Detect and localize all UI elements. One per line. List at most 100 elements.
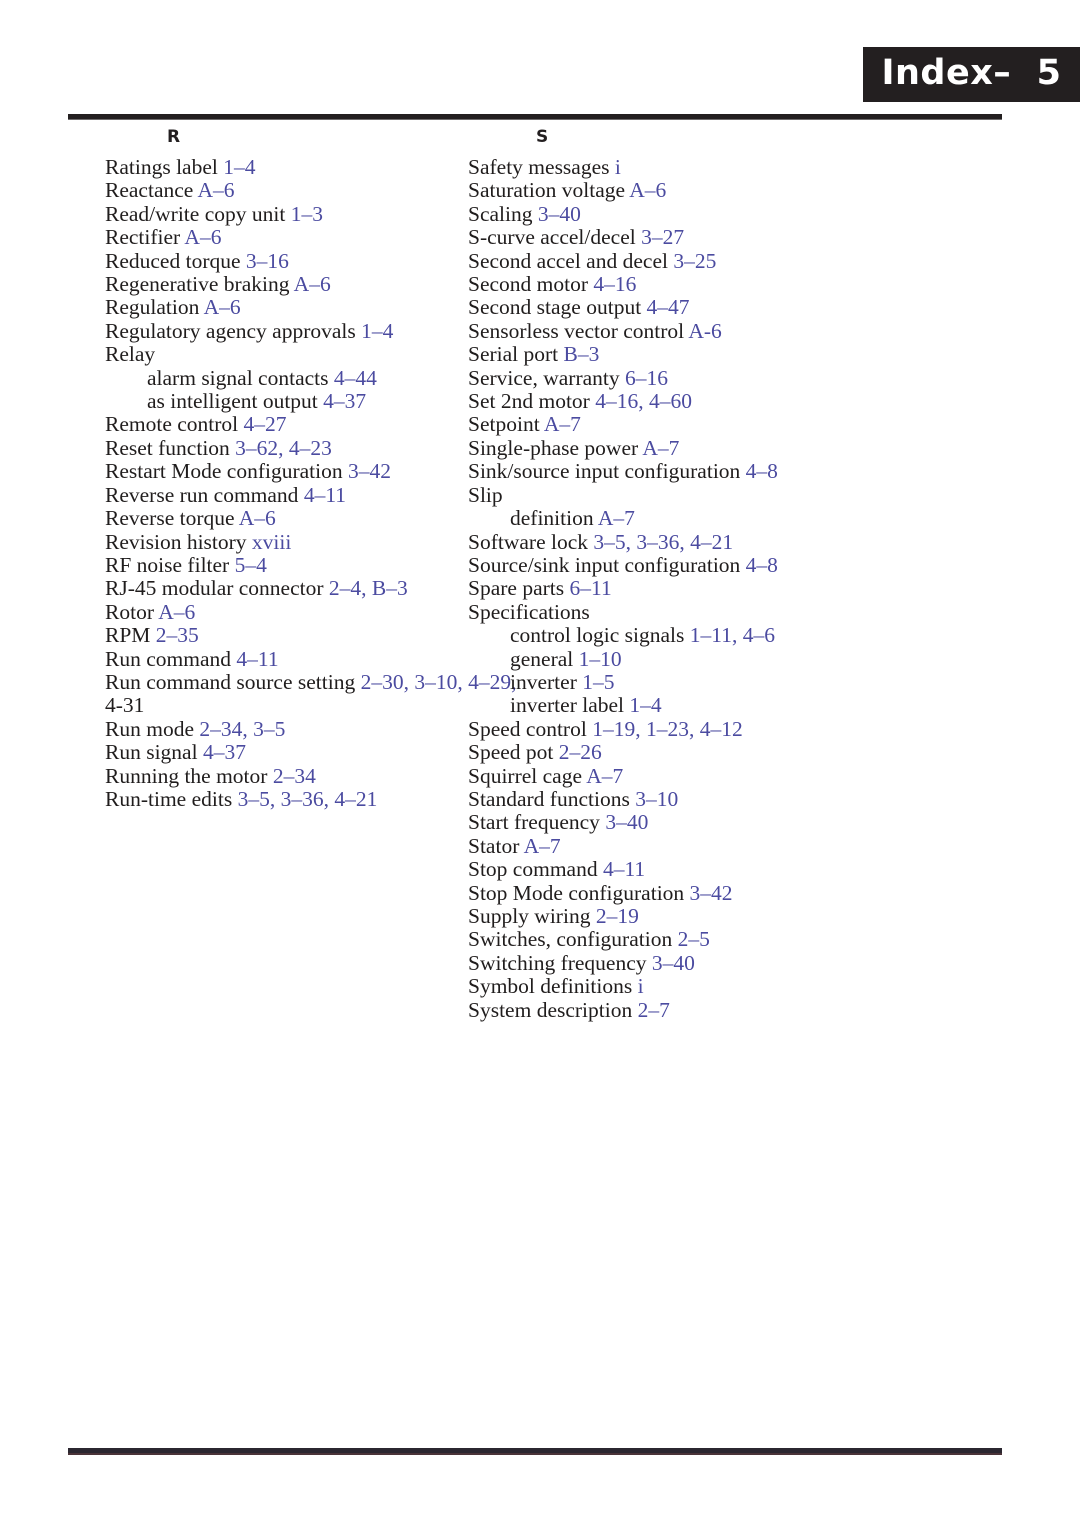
index-entry[interactable]: Second accel and decel 3–25	[468, 249, 963, 273]
index-entry[interactable]: Rectifier A–6	[105, 226, 463, 249]
index-entry[interactable]: System description 2–7	[468, 998, 963, 1022]
index-entry[interactable]: Read/write copy unit 1–3	[105, 202, 463, 226]
index-entry[interactable]: Second stage output 4–47	[468, 296, 963, 319]
index-entry-locators[interactable]: A–6	[158, 600, 195, 624]
index-entry[interactable]: Switching frequency 3–40	[468, 951, 963, 975]
index-entry-locators[interactable]: 4–44	[334, 366, 377, 390]
index-entry[interactable]: Set 2nd motor 4–16, 4–60	[468, 389, 963, 413]
index-entry[interactable]: Reduced torque 3–16	[105, 249, 463, 273]
index-entry[interactable]: Running the motor 2–34	[105, 764, 463, 788]
index-subentry[interactable]: inverter label 1–4	[468, 694, 963, 717]
index-entry[interactable]: Regulation A–6	[105, 296, 463, 319]
index-entry[interactable]: Symbol definitions i	[468, 975, 963, 998]
index-entry-locators[interactable]: 4–37	[323, 389, 366, 413]
index-entry[interactable]: Run signal 4–37	[105, 740, 463, 764]
index-entry-locators[interactable]: A–6	[629, 178, 666, 202]
index-entry-locators[interactable]: A–7	[586, 764, 623, 788]
index-entry-locators[interactable]: A–6	[204, 295, 241, 319]
index-entry[interactable]: Second motor 4–16	[468, 272, 963, 296]
index-entry-locators[interactable]: 3–42	[690, 881, 733, 905]
index-entry-locators[interactable]: 6–16	[625, 366, 668, 390]
index-entry-locators[interactable]: 1–4	[361, 319, 393, 343]
index-entry-locators[interactable]: 1–11, 4–6	[690, 623, 775, 647]
index-entry-locators[interactable]: 3–62, 4–23	[235, 436, 332, 460]
index-entry-locators[interactable]: 1–4	[223, 155, 255, 179]
index-entry[interactable]: Safety messages i	[468, 155, 963, 179]
index-entry-locators[interactable]: 4–27	[244, 412, 287, 436]
index-entry-locators[interactable]: 4–37	[203, 740, 246, 764]
index-entry[interactable]: Software lock 3–5, 3–36, 4–21	[468, 530, 963, 554]
index-subentry[interactable]: control logic signals 1–11, 4–6	[468, 623, 963, 647]
index-entry[interactable]: Speed control 1–19, 1–23, 4–12	[468, 717, 963, 741]
index-entry[interactable]: Rotor A–6	[105, 600, 463, 624]
index-entry[interactable]: Scaling 3–40	[468, 202, 963, 226]
index-entry[interactable]: Relay	[105, 343, 463, 366]
index-entry-locators[interactable]: 1–10	[579, 647, 622, 671]
index-entry[interactable]: Run mode 2–34, 3–5	[105, 717, 463, 741]
index-entry-locators[interactable]: 4–16, 4–60	[595, 389, 692, 413]
index-subentry[interactable]: inverter 1–5	[468, 670, 963, 694]
index-entry-locators[interactable]: 4–8	[746, 553, 778, 577]
index-subentry[interactable]: as intelligent output 4–37	[105, 389, 463, 413]
index-entry-locators[interactable]: A–6	[239, 506, 276, 530]
index-entry[interactable]: Setpoint A–7	[468, 413, 963, 436]
index-entry[interactable]: Standard functions 3–10	[468, 787, 963, 811]
index-entry-locators[interactable]: 4–11	[304, 483, 346, 507]
index-entry-locators[interactable]: A–6	[198, 178, 235, 202]
index-entry-locators[interactable]: 1–19, 1–23, 4–12	[592, 717, 743, 741]
index-entry-locators[interactable]: i	[638, 974, 644, 998]
index-entry-locators[interactable]: 4–16	[593, 272, 636, 296]
index-entry[interactable]: Stop Mode configuration 3–42	[468, 881, 963, 905]
index-entry-locators[interactable]: 1–5	[582, 670, 614, 694]
index-entry[interactable]: Stator A–7	[468, 834, 963, 858]
index-entry[interactable]: Reset function 3–62, 4–23	[105, 436, 463, 460]
index-entry-locators[interactable]: 4–11	[603, 857, 645, 881]
index-entry[interactable]: Regenerative braking A–6	[105, 272, 463, 296]
index-entry-locators[interactable]: xviii	[252, 530, 291, 554]
index-entry-locators[interactable]: 2–26	[559, 740, 602, 764]
index-entry-locators[interactable]: 4–8	[746, 459, 778, 483]
index-entry-locators[interactable]: 4–11	[236, 647, 278, 671]
index-entry-locators[interactable]: 3–10	[635, 787, 678, 811]
index-entry-locators[interactable]: 3–40	[652, 951, 695, 975]
index-entry[interactable]: Run command source setting 2–30, 3–10, 4…	[105, 670, 516, 694]
index-entry[interactable]: Start frequency 3–40	[468, 811, 963, 834]
index-entry-locators[interactable]: A–7	[524, 834, 561, 858]
index-entry-locators[interactable]: A–6	[184, 225, 221, 249]
index-entry-locators[interactable]: A–7	[642, 436, 679, 460]
index-entry[interactable]: RJ-45 modular connector 2–4, B–3	[105, 577, 463, 600]
index-entry[interactable]: Stop command 4–11	[468, 857, 963, 881]
index-subentry[interactable]: alarm signal contacts 4–44	[105, 366, 463, 390]
index-entry-locators[interactable]: 2–35	[156, 623, 199, 647]
index-entry[interactable]: Source/sink input configuration 4–8	[468, 553, 963, 577]
index-entry-locators[interactable]: 3–27	[641, 225, 684, 249]
index-entry-locators[interactable]: A–6	[294, 272, 331, 296]
index-entry[interactable]: RPM 2–35	[105, 623, 463, 647]
index-entry[interactable]: Single-phase power A–7	[468, 436, 963, 460]
index-entry-locators[interactable]: 3–25	[673, 249, 716, 273]
index-entry[interactable]: Serial port B–3	[468, 343, 963, 366]
index-entry-locators[interactable]: 5–4	[235, 553, 267, 577]
index-entry[interactable]: Restart Mode configuration 3–42	[105, 460, 463, 483]
index-entry[interactable]: Remote control 4–27	[105, 413, 463, 436]
index-entry-locators[interactable]: 3–40	[605, 810, 648, 834]
index-entry[interactable]: Switches, configuration 2–5	[468, 928, 963, 951]
index-entry[interactable]: Revision history xviii	[105, 530, 463, 554]
index-entry[interactable]: Run command 4–11	[105, 647, 463, 671]
index-entry-locators[interactable]: A–7	[598, 506, 635, 530]
index-entry-locators[interactable]: A–7	[544, 412, 581, 436]
index-entry-locators[interactable]: 6–11	[570, 576, 612, 600]
index-entry-locators[interactable]: B–3	[564, 342, 600, 366]
index-entry[interactable]: Reverse run command 4–11	[105, 483, 463, 507]
index-entry-locators[interactable]: 4–47	[647, 295, 690, 319]
index-entry[interactable]: Regulatory agency approvals 1–4	[105, 319, 463, 343]
index-entry[interactable]: Reactance A–6	[105, 179, 463, 202]
index-entry[interactable]: Specifications	[468, 600, 963, 624]
index-entry-locators[interactable]: 3–42	[348, 459, 391, 483]
index-entry-locators[interactable]: i	[615, 155, 621, 179]
index-entry-locators[interactable]: 2–5	[678, 927, 710, 951]
index-entry-locators[interactable]: 1–3	[291, 202, 323, 226]
index-entry[interactable]: Sensorless vector control A-6	[468, 319, 963, 343]
index-entry[interactable]: Supply wiring 2–19	[468, 904, 963, 928]
index-subentry[interactable]: definition A–7	[468, 506, 963, 530]
